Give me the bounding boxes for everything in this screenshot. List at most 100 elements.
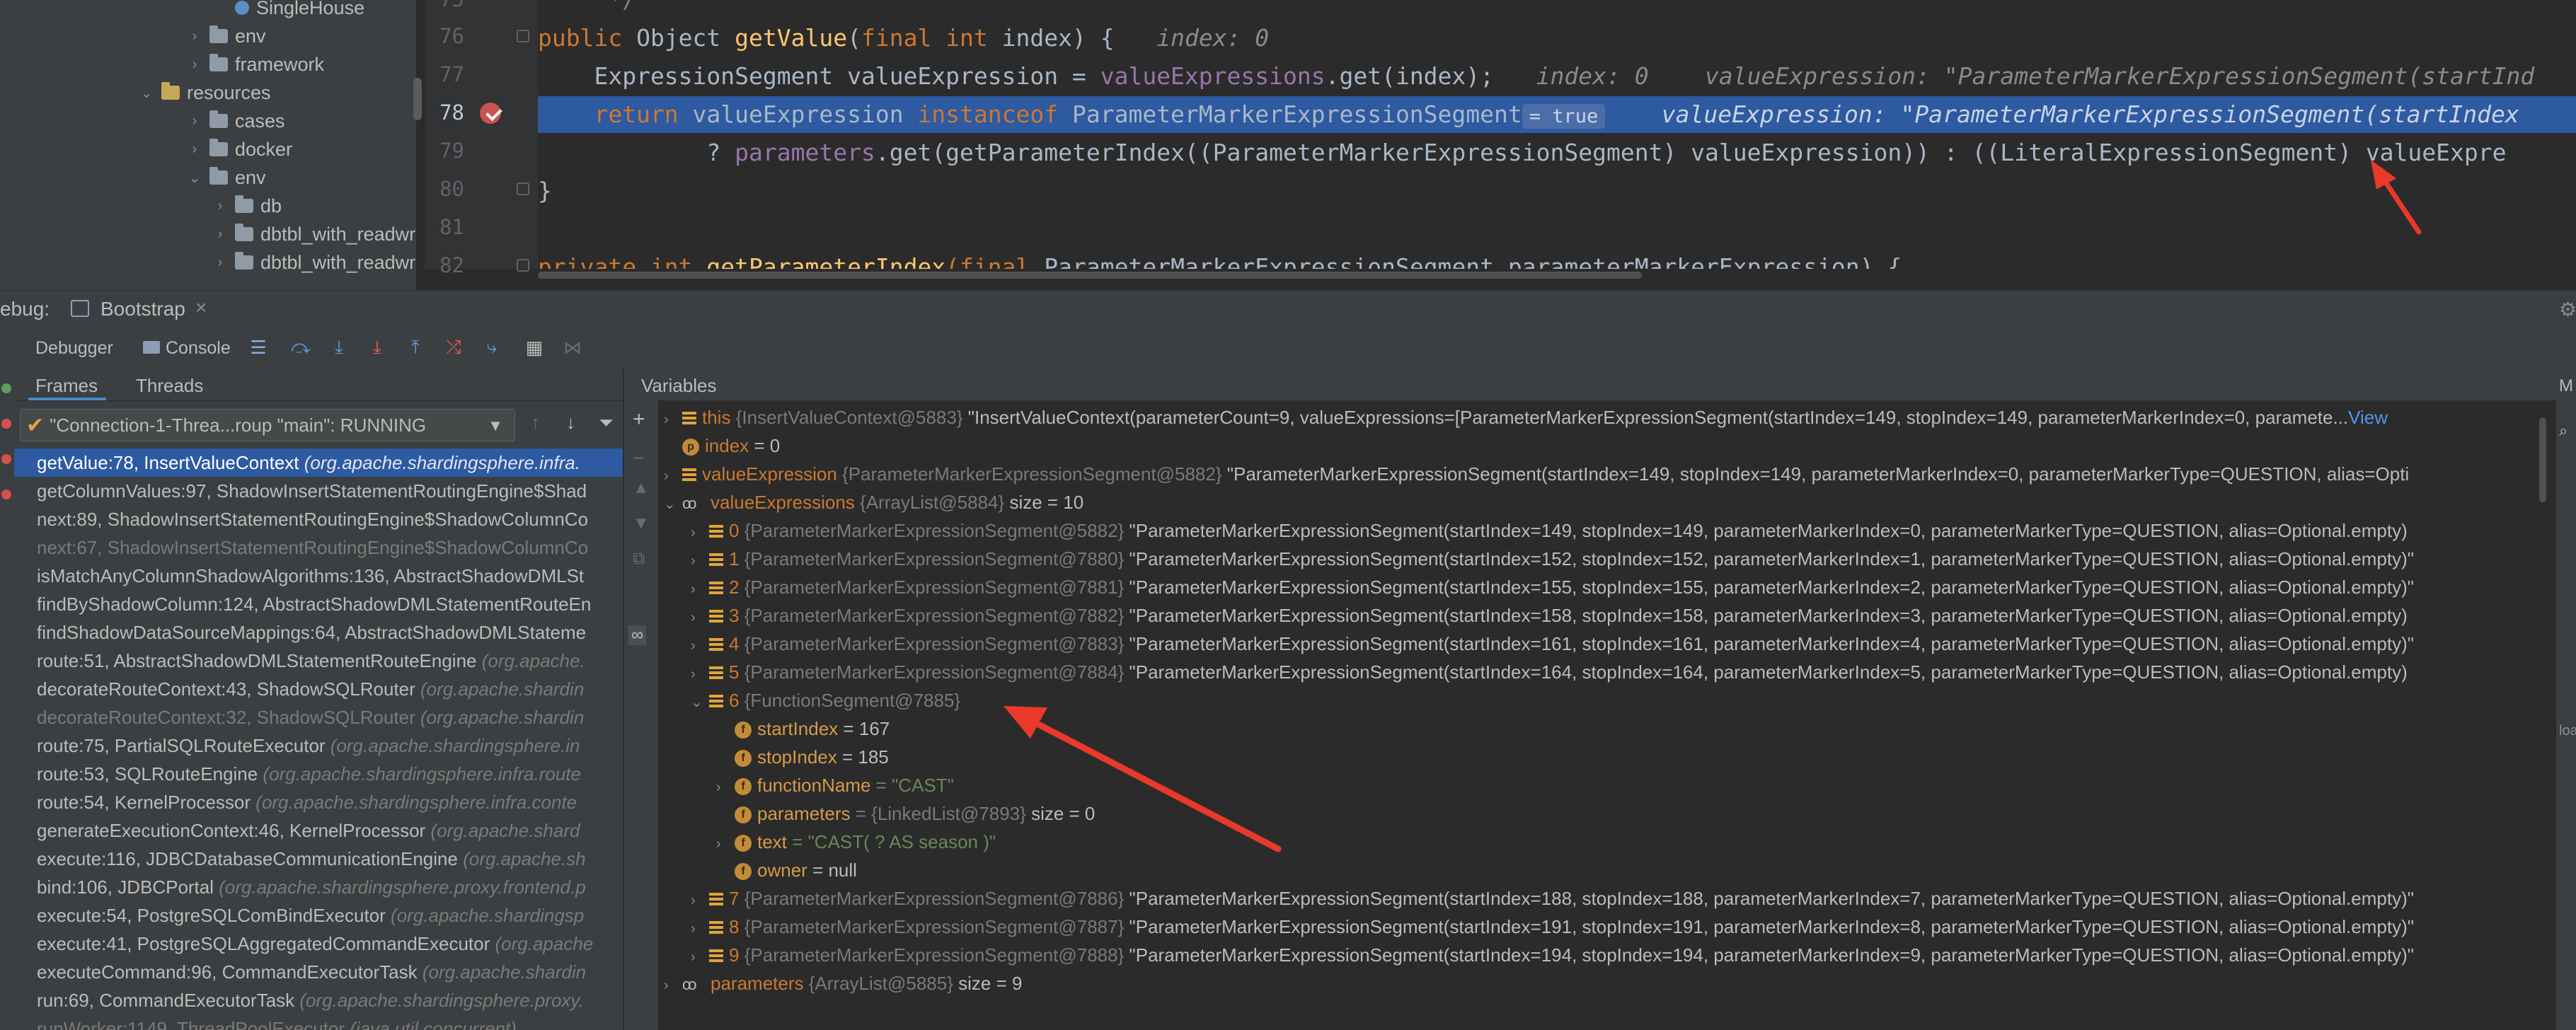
frame-row[interactable]: bind:106, JDBCPortal (org.apache.shardin… — [14, 873, 623, 901]
layout-icon[interactable]: ☰ — [248, 337, 269, 358]
remove-watch-icon[interactable]: − — [633, 447, 644, 470]
stop-icon[interactable] — [1, 419, 11, 429]
tab-frames[interactable]: Frames — [35, 375, 98, 397]
fold-marker-icon[interactable] — [517, 259, 529, 272]
view-link[interactable]: View — [2348, 407, 2388, 428]
chevron-right-icon[interactable]: › — [664, 405, 679, 434]
frame-row[interactable]: executeCommand:96, CommandExecutorTask (… — [14, 958, 623, 986]
tree-item[interactable]: › env — [187, 23, 266, 50]
tree-item[interactable]: ⌄ resources — [139, 79, 271, 106]
fold-marker-icon[interactable] — [517, 183, 529, 195]
frame-row[interactable]: getColumnValues:97, ShadowInsertStatemen… — [14, 477, 623, 505]
copy-icon[interactable]: ⧉ — [633, 549, 645, 569]
fold-marker-icon[interactable] — [517, 30, 529, 42]
trace-icon[interactable]: ⋈ — [562, 337, 583, 358]
force-step-into-icon[interactable]: ⤓ — [367, 336, 388, 358]
drop-frame-icon[interactable]: ⤮ — [443, 336, 464, 358]
variable-row[interactable]: › 5 {ParameterMarkerExpressionSegment@788… — [691, 658, 2408, 686]
evaluate-expression-icon[interactable]: ▦ — [524, 337, 545, 358]
close-tab-icon[interactable]: × — [195, 296, 207, 319]
add-watch-icon[interactable]: + — [633, 407, 645, 432]
tree-item[interactable]: › framework — [187, 51, 324, 78]
variables-scrollbar[interactable] — [2539, 417, 2546, 502]
run-to-cursor-icon[interactable]: ⤷ — [481, 336, 502, 358]
variable-row[interactable]: › this {InsertValueContext@5883} "InsertV… — [664, 403, 2388, 432]
filter-icon[interactable]: ⏷ — [599, 412, 614, 434]
frame-row[interactable]: decorateRouteContext:32, ShadowSQLRouter… — [14, 703, 623, 731]
settings-icon[interactable]: ⚙ — [2559, 298, 2576, 321]
chevron-right-icon[interactable]: › — [691, 632, 706, 660]
variable-row[interactable]: › 3 {ParameterMarkerExpressionSegment@788… — [691, 601, 2408, 630]
frame-row[interactable]: next:67, ShadowInsertStatementRoutingEng… — [14, 533, 623, 562]
move-down-icon[interactable]: ▼ — [633, 514, 650, 533]
frame-row[interactable]: findShadowDataSourceMappings:64, Abstrac… — [14, 618, 623, 647]
right-tool-tab[interactable]: M — [2559, 376, 2573, 396]
chevron-right-icon[interactable]: › — [691, 886, 706, 915]
chevron-right-icon[interactable]: › — [691, 915, 706, 943]
variable-row[interactable]: › 9 {ParameterMarkerExpressionSegment@788… — [691, 941, 2414, 969]
variable-row[interactable]: f owner = null — [716, 856, 857, 884]
chevron-right-icon[interactable]: › — [212, 226, 228, 243]
variable-row[interactable]: › f functionName = "CAST" — [716, 771, 954, 799]
frame-row[interactable]: execute:54, PostgreSQLComBindExecutor (o… — [14, 901, 623, 930]
variable-row[interactable]: f stopIndex = 185 — [716, 743, 889, 771]
tab-threads[interactable]: Threads — [136, 375, 203, 397]
frame-row[interactable]: route:53, SQLRouteEngine (org.apache.sha… — [14, 760, 623, 788]
arrow-up-icon[interactable]: ↑ — [531, 412, 540, 434]
variable-row[interactable]: › 1 {ParameterMarkerExpressionSegment@788… — [691, 545, 2414, 573]
chevron-down-icon[interactable]: ⌄ — [139, 84, 154, 102]
variable-row[interactable]: p index = 0 — [664, 432, 780, 460]
variable-row[interactable]: ⌄ oo valueExpressions {ArrayList@5884} siz… — [664, 488, 1083, 516]
chevron-right-icon[interactable]: › — [691, 575, 706, 603]
breakpoint-icon[interactable] — [480, 103, 501, 124]
chevron-right-icon[interactable]: › — [664, 971, 679, 1000]
frame-row[interactable]: route:75, PartialSQLRouteExecutor (org.a… — [14, 731, 623, 760]
chevron-right-icon[interactable]: › — [716, 773, 732, 802]
tree-item[interactable]: › dbtbl_with_readwri — [212, 221, 416, 248]
chevron-right-icon[interactable]: › — [187, 113, 202, 129]
tree-scrollbar[interactable] — [413, 78, 422, 120]
frame-row[interactable]: route:51, AbstractShadowDMLStatementRout… — [14, 647, 623, 675]
step-over-icon[interactable]: ⤼ — [290, 336, 311, 358]
code-editor[interactable]: */ public Object getValue(final int inde… — [538, 0, 2576, 269]
tree-item[interactable]: › cases — [187, 108, 285, 134]
chevron-right-icon[interactable]: › — [691, 603, 706, 632]
frame-row[interactable]: findByShadowColumn:124, AbstractShadowDM… — [14, 590, 623, 618]
variable-row[interactable]: f startIndex = 167 — [716, 714, 890, 743]
variable-row[interactable]: f parameters = {LinkedList@7893} size = 0 — [716, 799, 1095, 828]
chevron-right-icon[interactable]: › — [664, 462, 679, 490]
watches-toggle-icon[interactable]: ∞ — [628, 625, 647, 645]
chevron-right-icon[interactable]: › — [691, 660, 706, 688]
chevron-right-icon[interactable]: › — [716, 830, 732, 858]
step-out-icon[interactable]: ⤒ — [405, 336, 426, 358]
chevron-right-icon[interactable]: › — [691, 519, 706, 547]
view-breakpoints-icon[interactable] — [1, 454, 11, 464]
search-icon[interactable]: ⌕ — [2559, 422, 2568, 440]
variable-row[interactable]: › 4 {ParameterMarkerExpressionSegment@788… — [691, 630, 2414, 658]
chevron-right-icon[interactable]: › — [691, 943, 706, 971]
chevron-right-icon[interactable]: › — [212, 255, 228, 271]
frame-row[interactable]: getValue:78, InsertValueContext (org.apa… — [14, 449, 623, 477]
resume-icon[interactable] — [1, 383, 11, 393]
chevron-down-icon[interactable]: ⌄ — [664, 490, 679, 519]
variable-row[interactable]: › 2 {ParameterMarkerExpressionSegment@788… — [691, 573, 2414, 601]
tree-item[interactable]: ⌄ env — [187, 164, 266, 191]
frame-row[interactable]: decorateRouteContext:43, ShadowSQLRouter… — [14, 675, 623, 703]
chevron-right-icon[interactable]: › — [691, 547, 706, 575]
tree-item[interactable]: › dbtbl_with_readwri — [212, 249, 416, 276]
chevron-right-icon[interactable]: › — [187, 141, 202, 158]
frame-row[interactable]: route:54, KernelProcessor (org.apache.sh… — [14, 788, 623, 816]
move-up-icon[interactable]: ▲ — [633, 478, 650, 498]
tab-debugger[interactable]: Debugger — [35, 338, 113, 359]
arrow-down-icon[interactable]: ↓ — [566, 412, 575, 434]
tab-console[interactable]: Console — [166, 338, 231, 359]
variable-row[interactable]: › 0 {ParameterMarkerExpressionSegment@588… — [691, 516, 2408, 545]
frame-row[interactable]: runWorker:1149, ThreadPoolExecutor (java… — [14, 1014, 623, 1030]
variable-row[interactable]: › 7 {ParameterMarkerExpressionSegment@788… — [691, 884, 2414, 913]
frame-row[interactable]: isMatchAnyColumnShadowAlgorithms:136, Ab… — [14, 562, 623, 590]
variable-row[interactable]: › valueExpression {ParameterMarkerExpress… — [664, 460, 2409, 488]
tree-item[interactable]: SingleHouse — [212, 0, 364, 21]
chevron-down-icon[interactable]: ⌄ — [187, 169, 202, 187]
variable-row[interactable]: › oo parameters {ArrayList@5885} size = 9 — [664, 969, 1022, 997]
frame-row[interactable]: execute:41, PostgreSQLAggregatedCommandE… — [14, 930, 623, 958]
